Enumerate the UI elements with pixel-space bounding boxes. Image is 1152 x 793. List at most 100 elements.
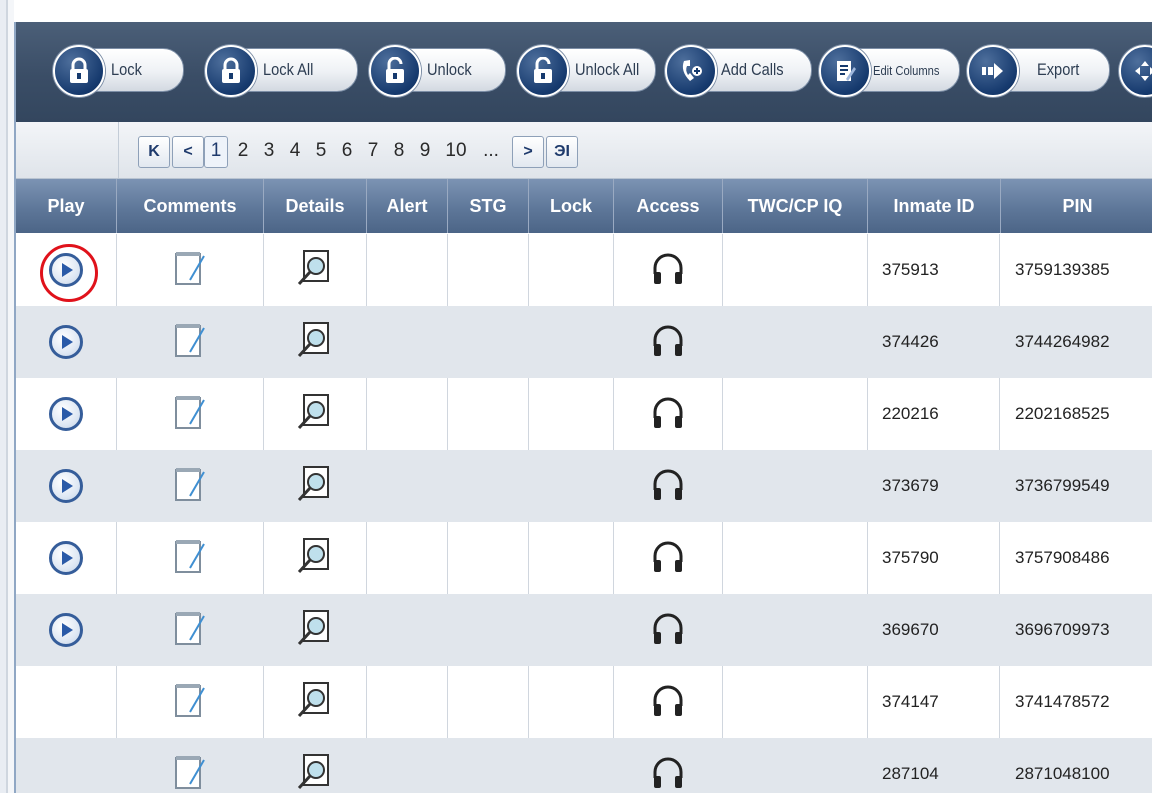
details-magnifier-icon[interactable]	[295, 752, 335, 793]
column-header-play[interactable]: Play	[16, 179, 117, 233]
pin-value: 3741478572	[1015, 692, 1110, 711]
comment-note-icon[interactable]	[171, 248, 209, 293]
column-header-access[interactable]: Access	[614, 179, 723, 233]
cell-lock	[529, 378, 614, 450]
column-header-stg[interactable]: STG	[448, 179, 529, 233]
headphones-icon[interactable]	[648, 464, 688, 509]
details-magnifier-icon[interactable]	[295, 536, 335, 581]
add-calls-button[interactable]: Add Calls	[665, 45, 812, 97]
cell-alert	[367, 594, 448, 666]
more-toolbar-button[interactable]	[1119, 45, 1152, 97]
column-header-alert[interactable]: Alert	[367, 179, 448, 233]
headphones-icon[interactable]	[648, 680, 688, 725]
lock-all-button[interactable]: Lock All	[205, 45, 358, 97]
next-page-icon: >	[523, 143, 533, 160]
next-page-button[interactable]: >	[512, 136, 544, 168]
column-header-comments[interactable]: Comments	[117, 179, 264, 233]
cell-twc	[723, 738, 868, 793]
play-icon[interactable]	[49, 613, 83, 647]
lock-button[interactable]: Lock	[53, 45, 184, 97]
unlock-button[interactable]: Unlock	[369, 45, 506, 97]
details-magnifier-icon[interactable]	[295, 608, 335, 653]
comment-note-icon[interactable]	[171, 536, 209, 581]
cell-pin: 2871048100	[1001, 738, 1152, 793]
table-row[interactable]: 375913 3759139385	[16, 234, 1152, 306]
table-row[interactable]: 374147 3741478572	[16, 666, 1152, 738]
cell-alert	[367, 306, 448, 378]
cell-alert	[367, 738, 448, 793]
column-header-lock[interactable]: Lock	[529, 179, 614, 233]
headphones-icon[interactable]	[648, 320, 688, 365]
page-link[interactable]: 10	[438, 136, 474, 166]
call-records-panel: Lock Lock All Unlock Unlock All Add Call…	[14, 22, 1152, 793]
play-icon[interactable]	[49, 397, 83, 431]
window-left-border	[0, 0, 14, 793]
headphones-icon[interactable]	[648, 608, 688, 653]
page-link[interactable]: 2	[230, 136, 256, 166]
play-icon[interactable]	[49, 541, 83, 575]
cell-details	[264, 450, 367, 522]
column-header-inmate-id[interactable]: Inmate ID	[868, 179, 1001, 233]
table-row[interactable]: 374426 3744264982	[16, 306, 1152, 378]
export-icon	[967, 45, 1019, 97]
highlight-circle	[40, 244, 98, 302]
page-link[interactable]: 3	[256, 136, 282, 166]
previous-page-button[interactable]: <	[172, 136, 204, 168]
headphones-icon[interactable]	[648, 392, 688, 437]
page-link[interactable]: 7	[360, 136, 386, 166]
comment-note-icon[interactable]	[171, 464, 209, 509]
previous-page-icon: <	[183, 143, 193, 160]
table-row[interactable]: 287104 2871048100	[16, 738, 1152, 793]
pager-separator	[118, 122, 119, 178]
export-button[interactable]: Export	[967, 45, 1110, 97]
cell-inmate: 374147	[868, 666, 1000, 738]
column-header-pin[interactable]: PIN	[1001, 179, 1152, 233]
headphones-icon[interactable]	[648, 752, 688, 793]
headphones-icon[interactable]	[648, 536, 688, 581]
details-magnifier-icon[interactable]	[295, 464, 335, 509]
headphones-icon[interactable]	[648, 248, 688, 293]
comment-note-icon[interactable]	[171, 392, 209, 437]
play-icon[interactable]	[49, 325, 83, 359]
last-page-button[interactable]: ЭI	[546, 136, 578, 168]
cell-alert	[367, 666, 448, 738]
details-magnifier-icon[interactable]	[295, 680, 335, 725]
page-link[interactable]: 6	[334, 136, 360, 166]
page-1-current[interactable]: 1	[204, 136, 228, 168]
page-link[interactable]: 4	[282, 136, 308, 166]
page-link[interactable]: 9	[412, 136, 438, 166]
details-magnifier-icon[interactable]	[295, 392, 335, 437]
play-icon[interactable]	[49, 469, 83, 503]
column-header-details[interactable]: Details	[264, 179, 367, 233]
comment-note-icon[interactable]	[171, 608, 209, 653]
edit-columns-button[interactable]: Edit Columns	[819, 45, 960, 97]
unlock-all-button[interactable]: Unlock All	[517, 45, 656, 97]
details-magnifier-icon[interactable]	[295, 248, 335, 293]
table-row[interactable]: 375790 3757908486	[16, 522, 1152, 594]
details-magnifier-icon[interactable]	[295, 320, 335, 365]
first-page-button[interactable]: K	[138, 136, 170, 168]
cell-comments	[117, 306, 264, 378]
table-header: Play Comments Details Alert STG Lock Acc…	[16, 179, 1152, 233]
page-link[interactable]: 8	[386, 136, 412, 166]
table-row[interactable]: 369670 3696709973	[16, 594, 1152, 666]
table-row[interactable]: 220216 2202168525	[16, 378, 1152, 450]
comment-note-icon[interactable]	[171, 752, 209, 793]
cell-details	[264, 522, 367, 594]
cell-play	[16, 666, 117, 738]
cell-play	[16, 378, 117, 450]
cell-play	[16, 450, 117, 522]
page-ellipsis[interactable]: ...	[476, 136, 506, 166]
cell-access	[614, 666, 723, 738]
cell-pin: 3744264982	[1001, 306, 1152, 378]
lock-icon	[53, 45, 105, 97]
table-row[interactable]: 373679 3736799549	[16, 450, 1152, 522]
cell-twc	[723, 378, 868, 450]
cell-details	[264, 378, 367, 450]
column-header-twc-cp-iq[interactable]: TWC/CP IQ	[723, 179, 868, 233]
comment-note-icon[interactable]	[171, 320, 209, 365]
page-link[interactable]: 5	[308, 136, 334, 166]
comment-note-icon[interactable]	[171, 680, 209, 725]
unlock-icon	[369, 45, 421, 97]
cell-stg	[448, 738, 529, 793]
